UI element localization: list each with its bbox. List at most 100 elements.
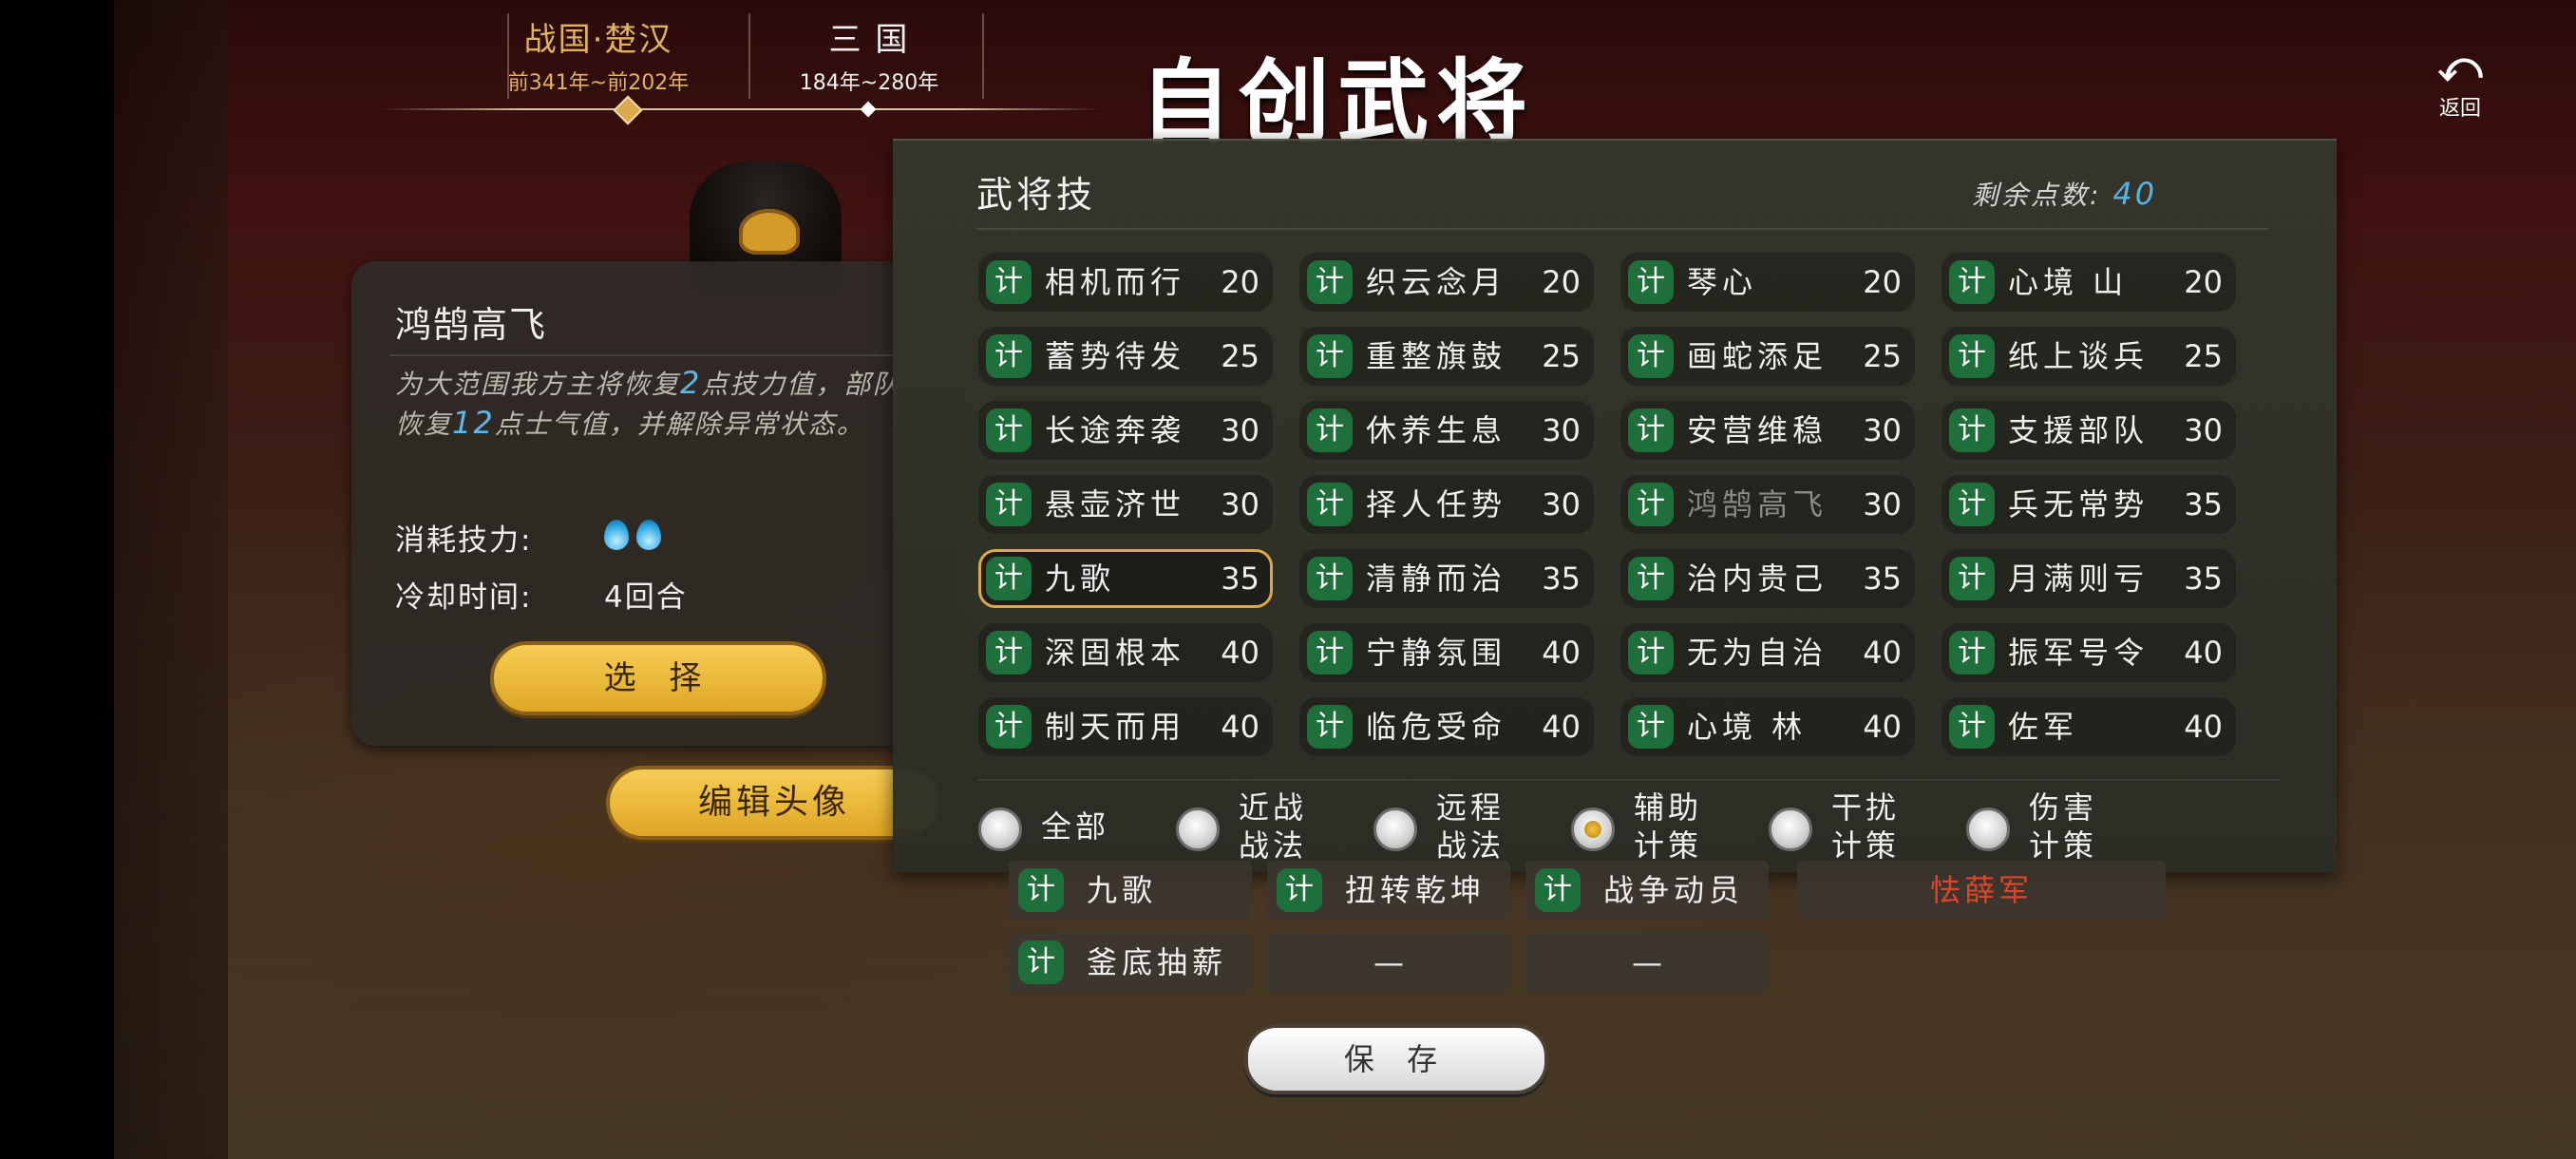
skill-card[interactable]: 计悬壶济世 30 bbox=[978, 475, 1273, 534]
skill-cost: 40 bbox=[2184, 635, 2223, 671]
filter-label-line: 伤害 bbox=[2029, 789, 2098, 826]
skill-name: 深固根本 bbox=[1045, 635, 1186, 671]
skill-card[interactable]: 计长途奔袭 30 bbox=[978, 401, 1273, 460]
equipped-skill-slot[interactable]: 计釜底抽薪 bbox=[1009, 933, 1252, 992]
skill-card[interactable]: 计九歌 35 bbox=[978, 549, 1273, 608]
strategy-tag-badge: 计 bbox=[1949, 408, 1995, 452]
skill-card[interactable]: 计心境 山 20 bbox=[1941, 253, 2236, 312]
skill-name: 画蛇添足 bbox=[1687, 338, 1828, 374]
radio-button[interactable] bbox=[1769, 808, 1812, 851]
skill-card[interactable]: 计临危受命 40 bbox=[1299, 697, 1594, 756]
strategy-tag-badge: 计 bbox=[1307, 334, 1353, 378]
filter-option[interactable]: 辅助 计策 bbox=[1571, 781, 1761, 866]
tab-era-three-kingdoms[interactable]: 三 国 184年~280年 bbox=[779, 13, 959, 99]
skill-cost: 35 bbox=[1542, 560, 1581, 597]
skill-card[interactable]: 计琴心 20 bbox=[1620, 253, 1915, 312]
strategy-tag-badge: 计 bbox=[1307, 705, 1353, 749]
strategy-tag-badge: 计 bbox=[1628, 334, 1674, 378]
filter-label-line: 计策 bbox=[2029, 827, 2098, 864]
skill-card[interactable]: 计织云念月 20 bbox=[1299, 253, 1594, 312]
skill-name: 悬壶济世 bbox=[1045, 486, 1186, 522]
empty-slot-dash: — bbox=[1632, 944, 1662, 980]
strategy-tag-badge: 计 bbox=[1628, 408, 1674, 452]
radio-button[interactable] bbox=[1966, 808, 2010, 851]
skill-cost: 30 bbox=[1221, 412, 1260, 448]
filter-option[interactable]: 全部 bbox=[978, 781, 1168, 866]
filter-option[interactable]: 干扰 计策 bbox=[1769, 781, 1959, 866]
headdress-icon bbox=[739, 209, 800, 255]
strategy-tag-badge: 计 bbox=[1949, 705, 1995, 749]
skill-name: 釜底抽薪 bbox=[1087, 944, 1228, 980]
skill-card[interactable]: 计蓄势待发 25 bbox=[978, 327, 1273, 386]
strategy-tag-badge: 计 bbox=[1628, 557, 1674, 600]
skill-card[interactable]: 计治内贵己 35 bbox=[1620, 549, 1915, 608]
radio-button[interactable] bbox=[1571, 808, 1615, 851]
skill-name: 休养生息 bbox=[1366, 412, 1507, 448]
skill-cost: 30 bbox=[1542, 412, 1581, 448]
save-button[interactable]: 保 存 bbox=[1244, 1024, 1548, 1094]
divider bbox=[976, 228, 2268, 230]
equipped-skill-slot[interactable]: 计扭转乾坤 bbox=[1267, 861, 1510, 920]
edit-avatar-button[interactable]: 编辑头像 bbox=[606, 766, 942, 840]
empty-skill-slot[interactable]: — bbox=[1525, 933, 1769, 992]
skill-card[interactable]: 计深固根本 40 bbox=[978, 623, 1273, 682]
strategy-tag-badge: 计 bbox=[986, 334, 1032, 378]
skill-name: 蓄势待发 bbox=[1045, 338, 1186, 374]
skill-card[interactable]: 计心境 林 40 bbox=[1620, 697, 1915, 756]
radio-button[interactable] bbox=[978, 808, 1022, 851]
radio-button[interactable] bbox=[1373, 808, 1417, 851]
desc-number: 12 bbox=[452, 405, 495, 441]
filter-option[interactable]: 远程 战法 bbox=[1373, 781, 1563, 866]
radio-button[interactable] bbox=[1176, 808, 1220, 851]
skill-card[interactable]: 计择人任势 30 bbox=[1299, 475, 1594, 534]
strategy-tag-badge: 计 bbox=[1307, 631, 1353, 674]
skill-name: 安营维稳 bbox=[1687, 412, 1828, 448]
skill-cost: 40 bbox=[1221, 709, 1260, 745]
skill-card[interactable]: 计重整旗鼓 25 bbox=[1299, 327, 1594, 386]
strategy-tag-badge: 计 bbox=[986, 557, 1032, 600]
strategy-tag-badge: 计 bbox=[1307, 408, 1353, 452]
tab-era-warring-states[interactable]: 战国·楚汉 前341年~前202年 bbox=[503, 13, 693, 99]
skill-card[interactable]: 计安营维稳 30 bbox=[1620, 401, 1915, 460]
skill-card[interactable]: 计月满则亏 35 bbox=[1941, 549, 2236, 608]
filter-label: 近战 战法 bbox=[1239, 788, 1307, 864]
panel-heading: 武将技 bbox=[976, 174, 1097, 216]
skill-card[interactable]: 计画蛇添足 25 bbox=[1620, 327, 1915, 386]
skill-name: 佐军 bbox=[2008, 709, 2079, 745]
skill-cost: 20 bbox=[1221, 264, 1260, 300]
skill-card[interactable]: 计佐军 40 bbox=[1941, 697, 2236, 756]
strategy-tag-badge: 计 bbox=[1949, 483, 1995, 526]
skill-card[interactable]: 计清静而治 35 bbox=[1299, 549, 1594, 608]
equipped-skill-slot[interactable]: 计九歌 bbox=[1009, 861, 1252, 920]
skill-name: 重整旗鼓 bbox=[1366, 338, 1507, 374]
select-button[interactable]: 选 择 bbox=[490, 641, 826, 715]
equipped-skill-slot[interactable]: 怯薛军 bbox=[1797, 861, 2166, 920]
skill-cost: 35 bbox=[1863, 560, 1902, 597]
skill-card[interactable]: 计休养生息 30 bbox=[1299, 401, 1594, 460]
skill-card[interactable]: 计相机而行 20 bbox=[978, 253, 1273, 312]
skill-card[interactable]: 计无为自治 40 bbox=[1620, 623, 1915, 682]
filter-option[interactable]: 近战 战法 bbox=[1176, 781, 1366, 866]
filter-option[interactable]: 伤害 计策 bbox=[1966, 781, 2156, 866]
back-button[interactable]: ⤺ 返回 bbox=[2422, 44, 2498, 122]
strategy-tag-badge: 计 bbox=[1949, 631, 1995, 674]
strategy-tag-badge: 计 bbox=[1307, 557, 1353, 600]
skill-name: 制天而用 bbox=[1045, 709, 1186, 745]
skill-card[interactable]: 计振军号令 40 bbox=[1941, 623, 2236, 682]
skill-card[interactable]: 计宁静氛围 40 bbox=[1299, 623, 1594, 682]
skill-card[interactable]: 计支援部队 30 bbox=[1941, 401, 2236, 460]
skill-card[interactable]: 计制天而用 40 bbox=[978, 697, 1273, 756]
skill-card[interactable]: 计兵无常势 35 bbox=[1941, 475, 2236, 534]
skill-card[interactable]: 计纸上谈兵 25 bbox=[1941, 327, 2236, 386]
strategy-tag-badge: 计 bbox=[986, 260, 1032, 304]
empty-skill-slot[interactable]: — bbox=[1267, 933, 1510, 992]
equipped-skill-slot[interactable]: 计战争动员 bbox=[1525, 861, 1769, 920]
skill-name: 治内贵己 bbox=[1687, 560, 1828, 597]
remaining-points: 剩余点数: 40 bbox=[1972, 175, 2157, 213]
desc-number: 2 bbox=[680, 365, 702, 401]
era-name: 三 国 bbox=[828, 21, 910, 59]
skill-card[interactable]: 计鸿鹄高飞 30 bbox=[1620, 475, 1915, 534]
filter-label-line: 远程 bbox=[1436, 789, 1506, 826]
strategy-tag-badge: 计 bbox=[1949, 260, 1995, 304]
era-marker-diamond-icon bbox=[860, 101, 877, 118]
